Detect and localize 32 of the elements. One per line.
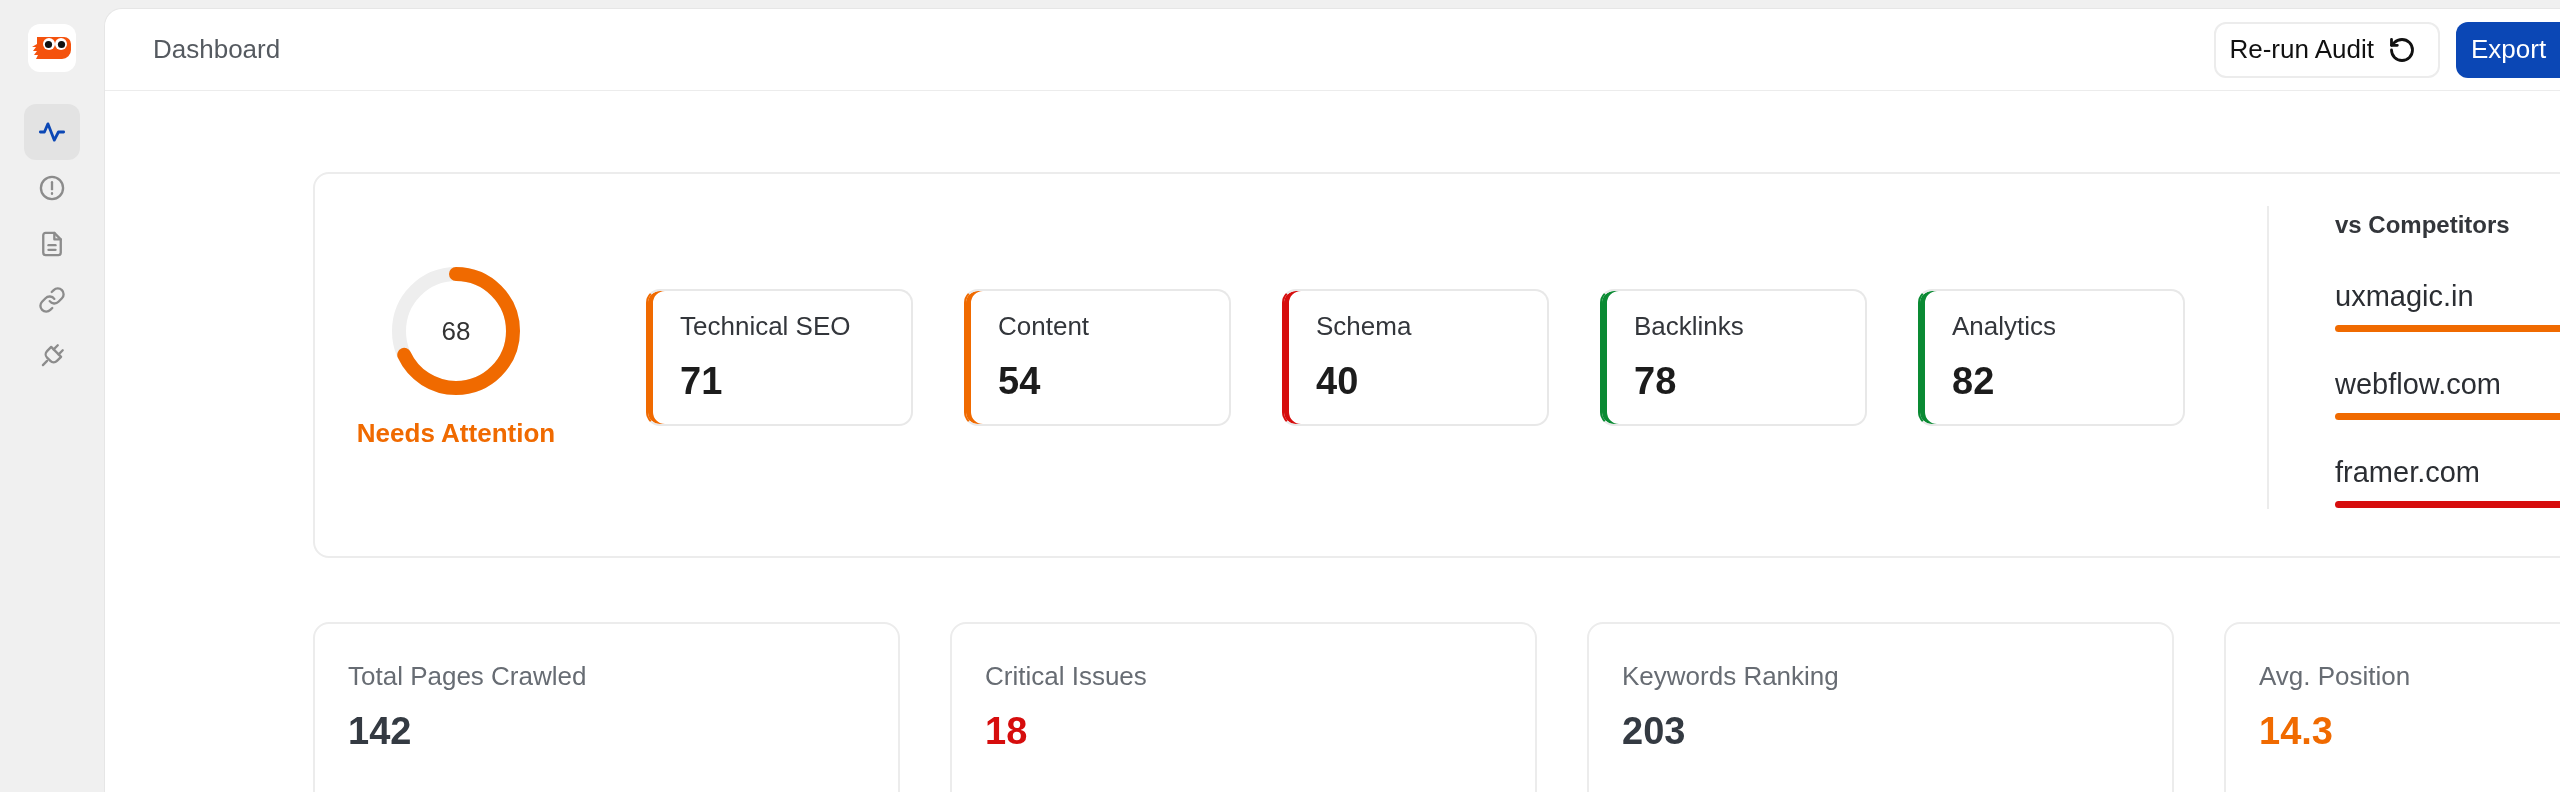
category-score: 54 bbox=[998, 359, 1042, 403]
category-label: Content bbox=[998, 310, 1091, 342]
stat-value: 18 bbox=[985, 709, 1029, 753]
category-label: Technical SEO bbox=[680, 310, 852, 342]
logo-icon bbox=[28, 24, 76, 72]
competitor-name: uxmagic.in bbox=[2335, 279, 2475, 314]
category-score: 82 bbox=[1952, 359, 1996, 403]
category-score: 71 bbox=[680, 359, 724, 403]
category-label: Analytics bbox=[1952, 310, 2058, 342]
sidebar-item[interactable] bbox=[24, 104, 80, 160]
competitor-name: framer.com bbox=[2335, 455, 2482, 490]
stat-value: 14.3 bbox=[2259, 709, 2334, 753]
stat-value: 142 bbox=[348, 709, 413, 753]
category-label: Backlinks bbox=[1634, 310, 1745, 342]
stat-label: Avg. Position bbox=[2259, 660, 2412, 692]
refresh-icon bbox=[2388, 35, 2416, 64]
score-value: 68 bbox=[441, 315, 471, 346]
stat-value: 203 bbox=[1622, 709, 1687, 753]
category-score: 40 bbox=[1316, 359, 1360, 403]
alert-circle-icon bbox=[38, 174, 66, 202]
stat-label: Keywords Ranking bbox=[1622, 660, 1840, 692]
score-status: Needs Attention bbox=[356, 416, 556, 449]
link-icon bbox=[38, 286, 66, 314]
category-label: Schema bbox=[1316, 310, 1413, 342]
stat-label: Total Pages Crawled bbox=[348, 660, 588, 692]
export-button[interactable]: Export bbox=[2456, 21, 2560, 78]
stat-label: Critical Issues bbox=[985, 660, 1148, 692]
page-title: Dashboard bbox=[153, 34, 281, 65]
competitors-heading: vs Competitors bbox=[2335, 210, 2511, 240]
competitor-name: webflow.com bbox=[2335, 367, 2502, 402]
category-score: 78 bbox=[1634, 359, 1678, 403]
rerun-button[interactable]: Re-run Audit bbox=[2214, 21, 2440, 78]
